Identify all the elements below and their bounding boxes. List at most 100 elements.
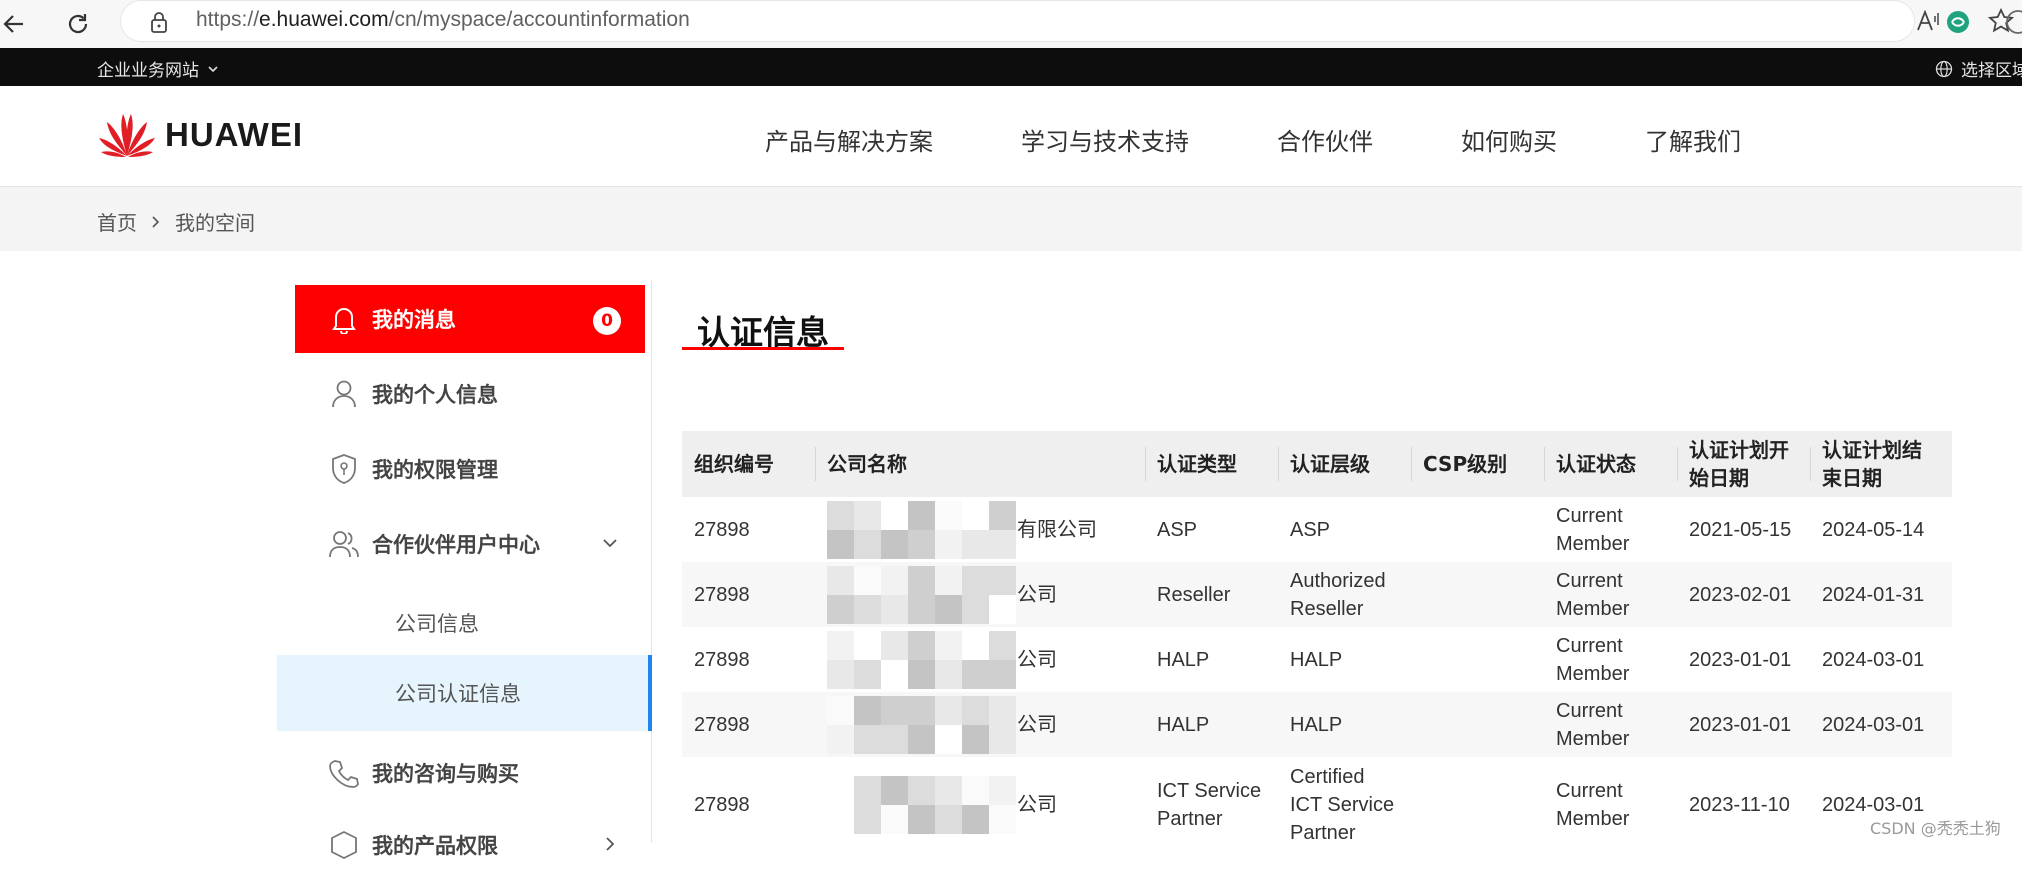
redaction-pixel [827, 529, 854, 559]
nav-item-learning[interactable]: 学习与技术支持 [1021, 122, 1189, 157]
sidebar-item-partner-center[interactable]: 合作伙伴用户中心 [295, 510, 645, 578]
org-id-cell: 27898 [682, 692, 815, 757]
sidebar-item-messages[interactable]: 我的消息 0 [295, 285, 645, 353]
pixelated-redaction [827, 565, 1017, 624]
redaction-pixel [989, 804, 1016, 834]
lock-icon[interactable] [149, 10, 169, 38]
end-date-cell: 2024-01-31 [1810, 562, 1952, 627]
redaction-pixel [989, 724, 1016, 754]
start-date-cell: 2023-11-10 [1677, 757, 1810, 852]
csp-level-cell [1411, 627, 1544, 692]
profile-icon[interactable] [2000, 4, 2022, 40]
csp-level-cell [1411, 757, 1544, 852]
company-name-cell: 公司 [815, 562, 1145, 627]
redaction-pixel [827, 565, 854, 595]
certification-table: 组织编号 公司名称 认证类型 认证层级 CSP级别 认证状态 认证计划开始日期 … [682, 431, 1952, 852]
start-date-cell: 2023-02-01 [1677, 562, 1810, 627]
redaction-pixel [935, 630, 962, 660]
region-selector[interactable]: 选择区域 [1935, 56, 2022, 81]
redaction-pixel [827, 594, 854, 624]
sidebar-item-consult[interactable]: 我的咨询与购买 [295, 739, 645, 807]
browser-toolbar: https://e.huawei.com/cn/myspace/accounti… [0, 0, 2022, 48]
nav-item-partners[interactable]: 合作伙伴 [1277, 122, 1373, 157]
back-icon[interactable] [0, 4, 34, 44]
redaction-pixel [908, 659, 935, 689]
chevron-down-icon [208, 65, 218, 72]
sidebar-item-products[interactable]: 我的产品权限 [295, 811, 645, 879]
redaction-pixel [854, 500, 881, 530]
sidebar-item-profile[interactable]: 我的个人信息 [295, 360, 645, 428]
redaction-pixel [989, 775, 1016, 805]
table-header-row: 组织编号 公司名称 认证类型 认证层级 CSP级别 认证状态 认证计划开始日期 … [682, 431, 1952, 497]
company-name-cell: 公司 [815, 627, 1145, 692]
users-icon [328, 528, 360, 560]
redaction-pixel [989, 594, 1016, 624]
site-switcher[interactable]: 企业业务网站 [97, 56, 219, 81]
redaction-pixel [827, 630, 854, 660]
table-row: 27898 公司 HALP HALP Current Member 2023-0… [682, 627, 1952, 692]
redaction-pixel [881, 775, 908, 805]
redaction-pixel [908, 804, 935, 834]
redaction-pixel [854, 594, 881, 624]
redaction-pixel [908, 695, 935, 725]
breadcrumb-bar: 首页 我的空间 [0, 187, 2022, 251]
chevron-right-icon [152, 215, 160, 228]
redaction-pixel [854, 775, 881, 805]
nav-item-how-to-buy[interactable]: 如何购买 [1461, 122, 1557, 157]
cert-level-cell: HALP [1278, 627, 1411, 692]
column-header: 认证类型 [1145, 431, 1278, 497]
pixelated-redaction [827, 500, 1017, 559]
chevron-down-icon [603, 539, 617, 548]
redaction-pixel [908, 500, 935, 530]
redaction-pixel [989, 659, 1016, 689]
redaction-pixel [854, 565, 881, 595]
redaction-pixel [935, 695, 962, 725]
redaction-pixel [827, 695, 854, 725]
start-date-cell: 2023-01-01 [1677, 692, 1810, 757]
address-bar[interactable]: https://e.huawei.com/cn/myspace/accounti… [120, 0, 2014, 42]
redaction-pixel [881, 804, 908, 834]
watermark: CSDN @秃秃土狗 [1870, 819, 2001, 838]
chevron-right-icon [606, 837, 615, 851]
redaction-pixel [908, 724, 935, 754]
sidebar: 我的消息 0 我的个人信息 我的权限管理 合作伙伴用户中心 公司信息 公司认证信… [277, 285, 652, 860]
sidebar-subitem-company-info[interactable]: 公司信息 [277, 585, 652, 661]
nav-item-about[interactable]: 了解我们 [1645, 122, 1741, 157]
user-icon [328, 378, 360, 410]
table-row: 27898 公司 ICT Service Partner Certified I… [682, 757, 1952, 852]
csp-level-cell [1411, 497, 1544, 562]
column-header: 认证层级 [1278, 431, 1411, 497]
sidebar-item-label: 合作伙伴用户中心 [372, 533, 540, 557]
org-id-cell: 27898 [682, 627, 815, 692]
column-header: 认证状态 [1544, 431, 1677, 497]
huawei-logo[interactable]: HUAWEI [97, 112, 303, 158]
breadcrumb-home[interactable]: 首页 [97, 207, 137, 236]
nav-item-products[interactable]: 产品与解决方案 [765, 122, 933, 157]
box-icon [328, 829, 360, 861]
refresh-icon[interactable] [58, 4, 98, 44]
cert-level-cell: Certified ICT Service Partner [1278, 757, 1411, 852]
main-nav: 产品与解决方案 学习与技术支持 合作伙伴 如何购买 了解我们 [765, 122, 1829, 157]
redaction-pixel [854, 630, 881, 660]
cert-status-cell: Current Member [1544, 497, 1677, 562]
redaction-pixel [935, 565, 962, 595]
unread-count-badge: 0 [593, 307, 621, 335]
redaction-pixel [854, 529, 881, 559]
redaction-pixel [881, 630, 908, 660]
cert-status-cell: Current Member [1544, 627, 1677, 692]
redaction-pixel [962, 695, 989, 725]
redaction-pixel [962, 804, 989, 834]
redaction-pixel [908, 630, 935, 660]
column-header: 公司名称 [815, 431, 1145, 497]
redaction-pixel [989, 565, 1016, 595]
pixelated-redaction [827, 775, 1017, 834]
column-header: CSP级别 [1411, 431, 1544, 497]
sidebar-subitem-company-cert[interactable]: 公司认证信息 [277, 655, 652, 731]
cert-type-cell: ICT Service Partner [1145, 757, 1278, 852]
redaction-pixel [962, 775, 989, 805]
extension-icon[interactable] [1940, 4, 1976, 40]
globe-icon [1935, 60, 1953, 77]
sidebar-item-permissions[interactable]: 我的权限管理 [295, 435, 645, 503]
redaction-pixel [908, 775, 935, 805]
company-name-cell: 公司 [815, 757, 1145, 852]
